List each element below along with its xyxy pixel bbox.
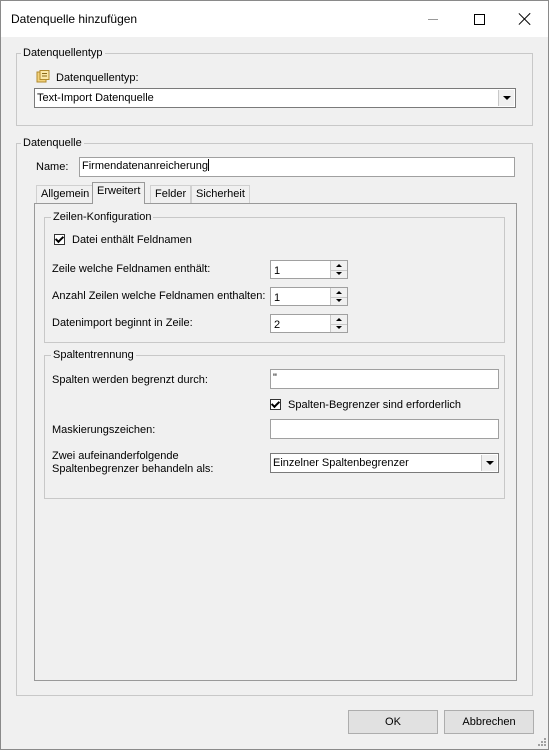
dropdown-arrow-icon[interactable] [498, 90, 514, 106]
tab-label: Felder [155, 188, 187, 200]
escape-char-label: Maskierungszeichen: [52, 424, 156, 436]
maximize-button[interactable] [456, 1, 502, 37]
ok-button[interactable]: OK [348, 710, 438, 734]
minimize-button [410, 1, 456, 37]
dialog-window: Datenquelle hinzufügen Datenquellentyp D… [0, 0, 549, 750]
delimiter-input[interactable]: " [270, 369, 499, 389]
window-title: Datenquelle hinzufügen [11, 12, 138, 26]
close-icon [519, 13, 531, 25]
consecutive-delimiter-select[interactable]: Einzelner Spaltenbegrenzer [270, 453, 499, 473]
columns-config-title: Spaltentrennung [51, 349, 136, 362]
cancel-button[interactable]: Abbrechen [444, 710, 534, 734]
header-row-stepper[interactable]: 1 [270, 260, 348, 279]
spin-down-icon[interactable] [331, 269, 347, 278]
header-row-label: Zeile welche Feldnamen enthält: [52, 263, 211, 275]
minimize-icon [428, 18, 438, 20]
header-count-label: Anzahl Zeilen welche Feldnamen enthalten… [52, 290, 266, 302]
spin-down-icon[interactable] [331, 296, 347, 305]
name-input[interactable]: Firmendatenanreicherung [79, 157, 515, 177]
checkmark-icon [270, 398, 281, 408]
datasource-group-title: Datenquelle [21, 137, 84, 150]
dropdown-arrow-icon[interactable] [481, 455, 497, 471]
delimiter-required-label: Spalten-Begrenzer sind erforderlich [288, 399, 462, 411]
consecutive-delimiter-value: Einzelner Spaltenbegrenzer [273, 457, 409, 469]
header-count-value: 1 [274, 292, 281, 304]
tab-label: Sicherheit [196, 188, 245, 200]
name-input-value: Firmendatenanreicherung [82, 160, 208, 172]
escape-char-input[interactable] [270, 419, 499, 439]
has-header-checkbox[interactable] [54, 233, 65, 245]
start-row-stepper[interactable]: 2 [270, 314, 348, 333]
datasource-type-label: Datenquellentyp: [56, 72, 139, 84]
cancel-button-label: Abbrechen [462, 716, 516, 728]
tab-sicherheit[interactable]: Sicherheit [191, 185, 250, 204]
rows-config-title: Zeilen-Konfiguration [51, 211, 154, 224]
tab-erweitert[interactable]: Erweitert [92, 182, 146, 204]
title-bar: Datenquelle hinzufügen [1, 1, 548, 37]
datasource-type-select[interactable]: Text-Import Datenquelle [34, 88, 516, 108]
consecutive-delimiter-label-2: Spaltenbegrenzer behandeln als: [52, 463, 214, 475]
close-button[interactable] [502, 1, 548, 37]
name-label: Name: [36, 161, 69, 173]
has-header-label: Datei enthält Feldnamen [72, 234, 192, 246]
header-count-stepper[interactable]: 1 [270, 287, 348, 306]
maximize-icon [473, 13, 485, 25]
delimiter-required-checkbox[interactable] [270, 398, 281, 410]
datasource-type-value: Text-Import Datenquelle [37, 92, 154, 104]
delimiter-value: " [273, 372, 277, 384]
spin-down-icon[interactable] [331, 323, 347, 332]
tab-felder[interactable]: Felder [150, 185, 192, 204]
tab-label: Erweitert [97, 185, 141, 197]
tab-allgemein[interactable]: Allgemein [36, 185, 95, 204]
tab-label: Allgemein [41, 188, 90, 200]
consecutive-delimiter-label-1: Zwei aufeinanderfolgende [52, 450, 179, 462]
ok-button-label: OK [385, 716, 401, 728]
datasource-type-group-title: Datenquellentyp [21, 47, 105, 60]
checkmark-icon [54, 233, 65, 243]
header-row-value: 1 [274, 265, 281, 277]
start-row-value: 2 [274, 319, 281, 331]
text-cursor [207, 159, 209, 171]
datasource-icon [36, 70, 50, 83]
resize-grip-icon[interactable] [536, 736, 547, 747]
start-row-label: Datenimport beginnt in Zeile: [52, 317, 193, 329]
delimiter-label: Spalten werden begrenzt durch: [52, 374, 208, 386]
